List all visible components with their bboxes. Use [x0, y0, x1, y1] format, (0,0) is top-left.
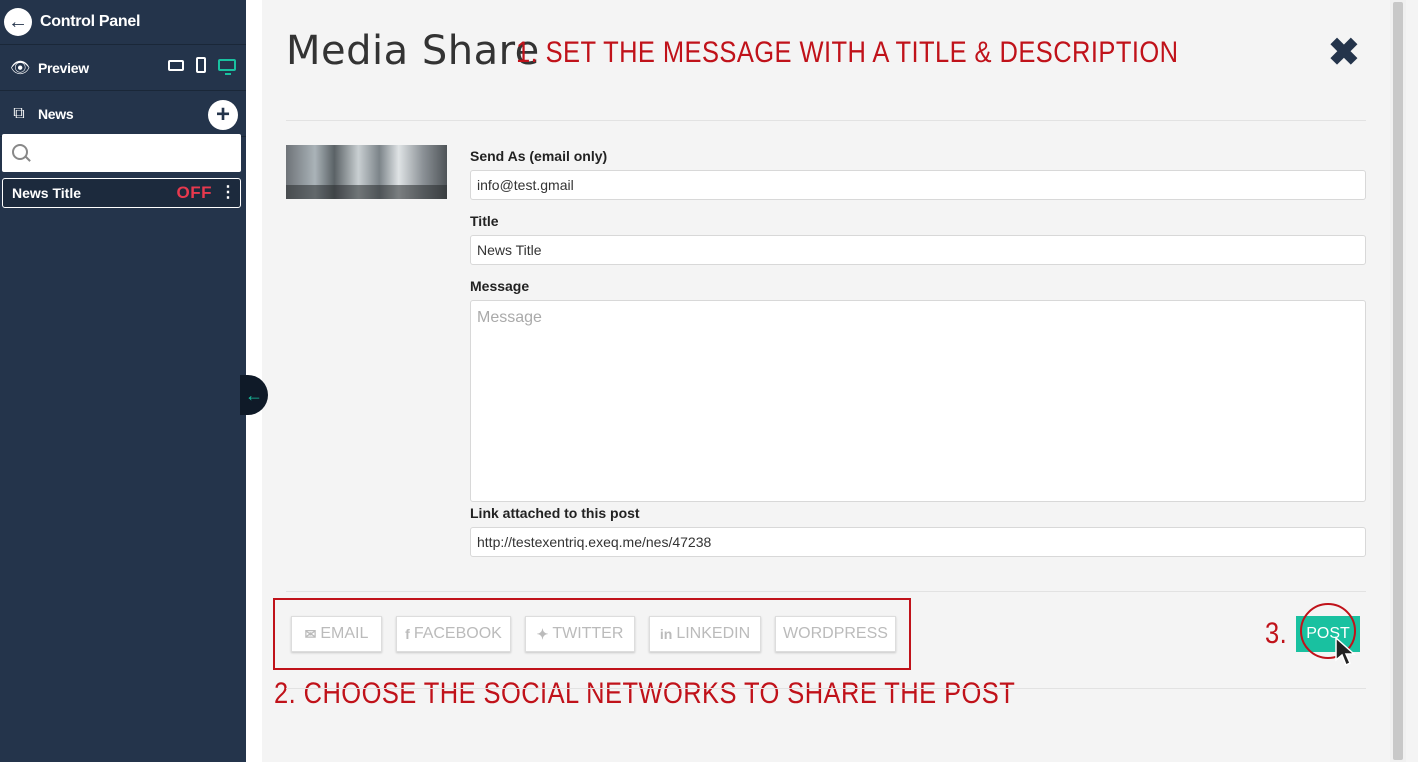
news-item-title: News Title: [12, 185, 81, 201]
email-label: EMAIL: [320, 625, 369, 642]
facebook-icon: f: [405, 626, 410, 642]
add-icon[interactable]: +: [208, 100, 238, 130]
scrollbar-thumb[interactable]: [1393, 2, 1403, 760]
search-input[interactable]: [36, 134, 240, 172]
linkedin-button[interactable]: in LINKEDIN: [649, 616, 761, 652]
annotation-step2: 2. CHOOSE THE SOCIAL NETWORKS TO SHARE T…: [274, 677, 1016, 710]
link-field[interactable]: [470, 527, 1366, 557]
news-thumbnail: [286, 145, 447, 199]
wordpress-button[interactable]: WORDPRESS: [775, 616, 896, 652]
sidebar-title: Control Panel: [40, 13, 141, 30]
kebab-icon[interactable]: ⋮: [220, 185, 236, 201]
sidebar-item-label: Preview: [38, 59, 89, 76]
twitter-button[interactable]: ✦ TWITTER: [525, 616, 635, 652]
device-switcher: [168, 57, 236, 75]
news-icon: ⧉: [13, 104, 25, 122]
sidebar: ← Control Panel 👁 Preview ⧉ News + News …: [0, 0, 246, 762]
back-arrow-icon[interactable]: ←: [4, 8, 32, 36]
phone-icon[interactable]: [196, 57, 206, 73]
wordpress-label: WORDPRESS: [783, 625, 888, 642]
message-field[interactable]: [470, 300, 1366, 502]
twitter-label: TWITTER: [552, 625, 624, 642]
status-badge[interactable]: OFF: [177, 183, 213, 203]
desktop-icon[interactable]: [218, 59, 236, 75]
message-label: Message: [470, 278, 530, 294]
eye-icon: 👁: [10, 59, 31, 77]
annotation-step1: 1. SET THE MESSAGE WITH A TITLE & DESCRI…: [516, 36, 1179, 69]
search-field[interactable]: [2, 134, 241, 172]
title-field[interactable]: [470, 235, 1366, 265]
twitter-icon: ✦: [536, 625, 549, 642]
title-label: Title: [470, 213, 499, 229]
linkedin-icon: in: [659, 626, 673, 642]
cursor-icon: [1335, 636, 1356, 667]
tablet-icon[interactable]: [168, 59, 184, 71]
sidebar-item-label: News: [38, 105, 74, 122]
divider: [286, 591, 1366, 592]
send-as-label: Send As (email only): [470, 148, 608, 164]
email-button[interactable]: ✉ EMAIL: [291, 616, 382, 652]
media-share-panel: Media Share 1. SET THE MESSAGE WITH A TI…: [262, 0, 1390, 762]
page-title: Media Share: [286, 28, 540, 74]
list-item[interactable]: News Title OFF ⋮: [2, 178, 241, 208]
divider: [286, 120, 1366, 121]
divider: [286, 688, 1366, 689]
linkedin-label: LINKEDIN: [676, 625, 751, 642]
send-as-field[interactable]: [470, 170, 1366, 200]
envelope-icon: ✉: [304, 625, 317, 642]
search-icon: [12, 144, 28, 160]
sidebar-item-preview[interactable]: 👁 Preview: [0, 45, 246, 91]
close-icon[interactable]: ✖: [1328, 34, 1360, 72]
sidebar-item-news[interactable]: ⧉ News +: [0, 91, 246, 137]
sidebar-header: ← Control Panel: [0, 0, 246, 45]
annotation-step3: 3.: [1265, 617, 1288, 650]
facebook-label: FACEBOOK: [413, 625, 502, 642]
facebook-button[interactable]: f FACEBOOK: [396, 616, 511, 652]
link-label: Link attached to this post: [470, 505, 640, 521]
